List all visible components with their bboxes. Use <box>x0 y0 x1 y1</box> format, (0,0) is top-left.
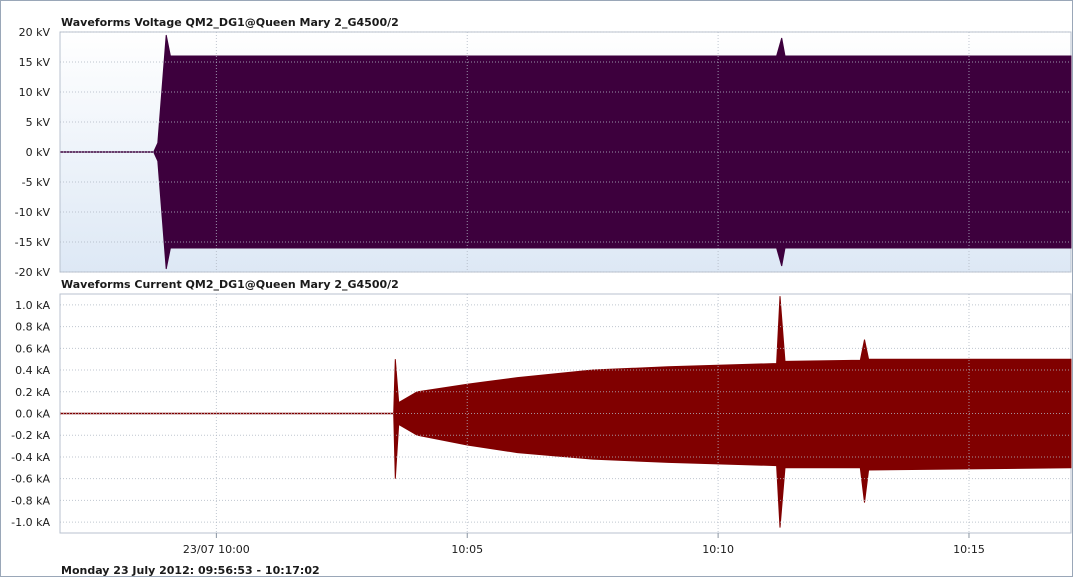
voltage-y-tick-label: 20 kV <box>19 26 51 39</box>
current-y-tick-label: 0.0 kA <box>15 408 50 421</box>
current-y-tick-label: -0.8 kA <box>11 494 50 507</box>
voltage-y-tick-label: 5 kV <box>26 116 51 129</box>
current-y-tick-label: 1.0 kA <box>15 299 50 312</box>
voltage-y-tick-label: -20 kV <box>15 266 51 279</box>
current-y-tick-label: -0.2 kA <box>11 429 50 442</box>
current-y-tick-label: -0.6 kA <box>11 473 50 486</box>
current-y-tick-label: -0.4 kA <box>11 451 50 464</box>
x-tick-label: 10:15 <box>953 543 985 556</box>
x-tick-label: 10:10 <box>702 543 734 556</box>
voltage-y-tick-label: 10 kV <box>19 86 51 99</box>
voltage-y-tick-label: -15 kV <box>15 236 51 249</box>
current-chart-title: Waveforms Current QM2_DG1@Queen Mary 2_G… <box>61 278 399 291</box>
waveform-charts: 20 kV 15 kV 10 kV 5 kV 0 kV -5 kV -10 kV -15 kV… <box>11 16 1072 577</box>
voltage-y-tick-label: 15 kV <box>19 56 51 69</box>
voltage-chart-title: Waveforms Voltage QM2_DG1@Queen Mary 2_G… <box>61 16 399 29</box>
current-y-tick-label: 0.8 kA <box>15 321 50 334</box>
x-tick-label: 10:05 <box>451 543 483 556</box>
voltage-y-tick-label: 0 kV <box>26 146 51 159</box>
current-y-tick-label: 0.6 kA <box>15 342 50 355</box>
voltage-y-tick-label: -10 kV <box>15 206 51 219</box>
current-y-tick-label: 0.2 kA <box>15 386 50 399</box>
voltage-y-tick-label: -5 kV <box>22 176 51 189</box>
x-tick-label: 23/07 10:00 <box>183 543 250 556</box>
current-y-tick-label: 0.4 kA <box>15 364 50 377</box>
chart-window: 20 kV 15 kV 10 kV 5 kV 0 kV -5 kV -10 kV -15 kV… <box>0 0 1073 577</box>
date-range-label: Monday 23 July 2012: 09:56:53 - 10:17:02 <box>61 564 320 577</box>
current-y-tick-label: -1.0 kA <box>11 516 50 529</box>
voltage-waveform-series-0 <box>60 34 1072 270</box>
